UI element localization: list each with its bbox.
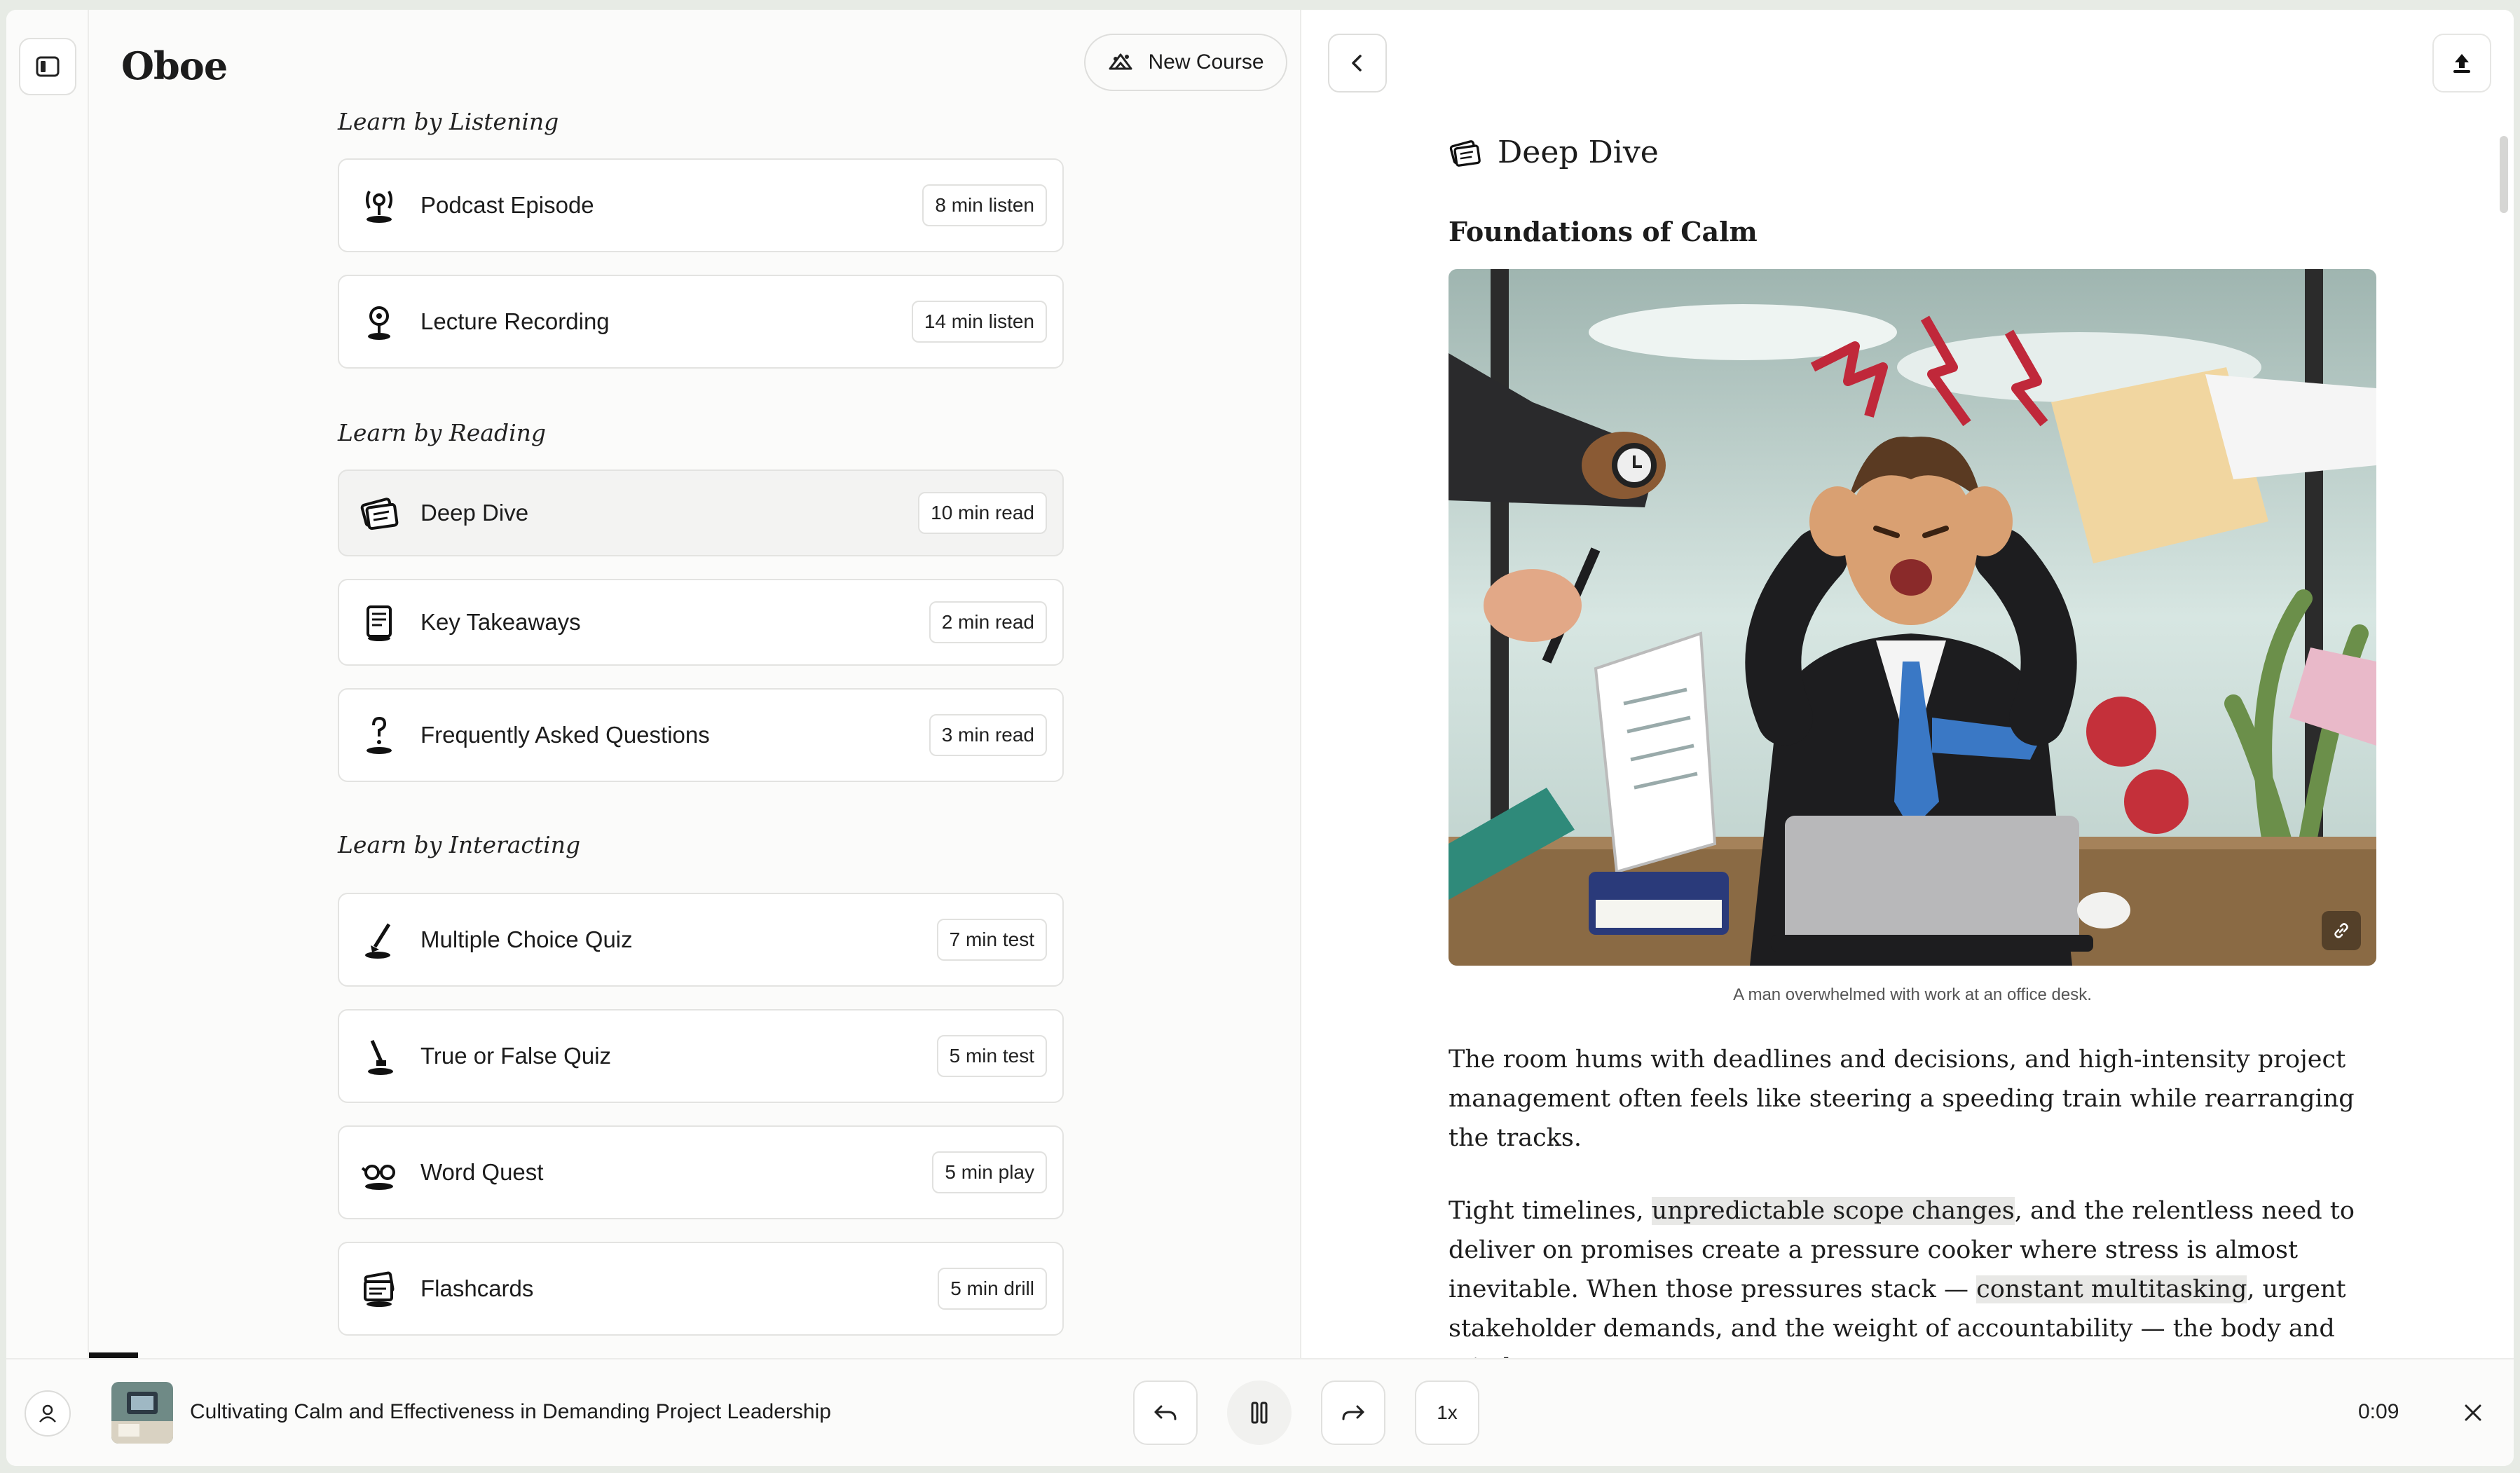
duration-badge: 8 min listen [922, 184, 1047, 226]
paragraph-1: The room hums with deadlines and decisio… [1449, 1046, 2355, 1152]
chevron-left-icon [1352, 55, 1362, 71]
item-label: True or False Quiz [420, 1043, 612, 1069]
item-word-quest[interactable]: Word Quest 5 min play [338, 1125, 1064, 1219]
reader-title: Deep Dive [1498, 135, 1659, 170]
pause-icon [1251, 1402, 1268, 1424]
takeaways-icon [356, 599, 402, 645]
toggle-sidebar-button[interactable] [19, 38, 76, 95]
pause-button[interactable] [1227, 1380, 1292, 1445]
sidebar-icon [36, 56, 60, 77]
track-title: Cultivating Calm and Effectiveness in De… [190, 1400, 831, 1423]
highlighted-term[interactable]: constant multitasking [1976, 1275, 2247, 1303]
course-outline-pane: Oboe New Course Learn by Listening Podca… [89, 10, 1301, 1358]
rewind-icon [1154, 1405, 1177, 1420]
highlighted-term[interactable]: unpredictable scope changes [1651, 1197, 2015, 1225]
duration-badge: 3 min read [929, 714, 1047, 756]
item-true-false-quiz[interactable]: True or False Quiz 5 min test [338, 1009, 1064, 1103]
item-label: Frequently Asked Questions [420, 722, 710, 748]
forward-icon [1342, 1405, 1364, 1420]
overwhelmed-man-illustration [1449, 269, 2376, 966]
flashcards-icon [356, 1266, 402, 1312]
item-lecture-recording[interactable]: Lecture Recording 14 min listen [338, 275, 1064, 369]
item-podcast-episode[interactable]: Podcast Episode 8 min listen [338, 158, 1064, 252]
item-label: Podcast Episode [420, 192, 594, 218]
link-icon [2334, 923, 2348, 938]
app-logo[interactable]: Oboe [121, 43, 228, 88]
elapsed-time: 0:09 [2358, 1400, 2399, 1423]
true-false-icon [356, 1033, 402, 1079]
new-course-icon [1109, 53, 1132, 70]
podcast-icon [356, 182, 402, 228]
back-button[interactable] [1328, 34, 1387, 93]
item-faq[interactable]: Frequently Asked Questions 3 min read [338, 688, 1064, 782]
new-course-label: New Course [1148, 50, 1264, 74]
reader-header: Deep Dive [1449, 135, 1659, 170]
item-label: Flashcards [420, 1275, 534, 1301]
item-label: Deep Dive [420, 500, 529, 526]
new-course-button[interactable]: New Course [1084, 34, 1287, 91]
lecture-icon [356, 299, 402, 345]
account-button[interactable] [25, 1390, 71, 1437]
reader-pane: Deep Dive Foundations of Calm A man over… [1301, 10, 2514, 1382]
audio-player-bar: Cultivating Calm and Effectiveness in De… [6, 1358, 2514, 1466]
close-icon [2465, 1404, 2481, 1421]
track-thumbnail [111, 1382, 173, 1444]
duration-badge: 5 min drill [938, 1268, 1047, 1310]
word-quest-icon [356, 1149, 402, 1195]
item-key-takeaways[interactable]: Key Takeaways 2 min read [338, 579, 1064, 666]
item-label: Multiple Choice Quiz [420, 926, 633, 952]
close-player-button[interactable] [2441, 1380, 2505, 1445]
copy-link-button[interactable] [2322, 911, 2361, 950]
deep-dive-icon [1449, 139, 1481, 167]
upload-icon [2453, 54, 2470, 73]
image-caption: A man overwhelmed with work at an office… [1733, 985, 2092, 1004]
item-label: Key Takeaways [420, 609, 581, 635]
duration-badge: 7 min test [936, 919, 1047, 961]
side-rail [6, 10, 89, 1358]
text-run: Tight timelines, [1449, 1197, 1652, 1225]
duration-badge: 2 min read [929, 601, 1047, 643]
item-label: Lecture Recording [420, 308, 610, 334]
reader-scrollbar[interactable] [2500, 136, 2508, 213]
user-icon [39, 1404, 56, 1423]
playback-speed-button[interactable]: 1x [1415, 1380, 1479, 1445]
playback-progress-indicator [89, 1352, 138, 1358]
item-deep-dive[interactable]: Deep Dive 10 min read [338, 470, 1064, 556]
item-multiple-choice-quiz[interactable]: Multiple Choice Quiz 7 min test [338, 893, 1064, 987]
faq-icon [356, 712, 402, 758]
forward-button[interactable] [1321, 1380, 1385, 1445]
section-title-interacting: Learn by Interacting [338, 831, 581, 858]
duration-badge: 10 min read [918, 492, 1047, 534]
duration-badge: 5 min play [932, 1151, 1047, 1193]
section-title-listening: Learn by Listening [338, 108, 559, 135]
share-button[interactable] [2432, 34, 2491, 93]
section-title-reading: Learn by Reading [338, 419, 546, 446]
item-flashcards[interactable]: Flashcards 5 min drill [338, 1242, 1064, 1336]
quiz-icon [356, 917, 402, 963]
section-heading: Foundations of Calm [1449, 216, 1758, 247]
duration-badge: 5 min test [936, 1035, 1047, 1077]
duration-badge: 14 min listen [911, 301, 1047, 343]
item-label: Word Quest [420, 1159, 544, 1185]
deep-dive-icon [356, 490, 402, 536]
rewind-button[interactable] [1133, 1380, 1198, 1445]
app-window: Oboe New Course Learn by Listening Podca… [6, 10, 2514, 1466]
